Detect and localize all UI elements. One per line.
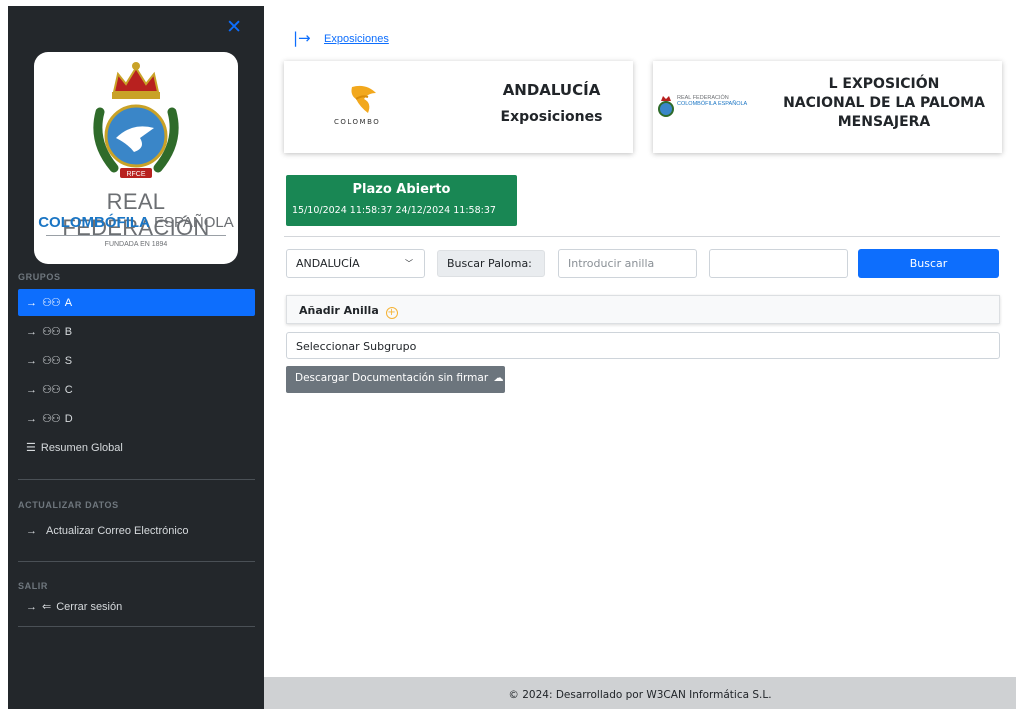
logo-subtitle: COLOMBÓFILA ESPAÑOLA [34, 214, 238, 231]
anilla-input[interactable] [558, 249, 697, 278]
content-divider [284, 236, 1000, 237]
section-salir: SALIR [18, 581, 48, 591]
anadir-anilla-header: Añadir Anilla + [286, 295, 1000, 324]
breadcrumb-arrow-icon: |→ [293, 29, 311, 47]
people-icon: ⚇⚇ [42, 355, 61, 367]
colombo-brand-text: COLOMBO [334, 118, 381, 126]
sidebar-divider [18, 626, 255, 627]
arrow-right-icon: → [26, 383, 37, 396]
list-icon: ☰ [26, 442, 36, 454]
section-grupos: GRUPOS [18, 272, 61, 282]
exposition-title-line1: L EXPOSICIÓN [828, 76, 940, 92]
buscar-button[interactable]: Buscar [858, 249, 999, 278]
secondary-input[interactable] [709, 249, 848, 278]
chevron-down-icon: ﹀ [405, 259, 413, 268]
section-actualizar-datos: ACTUALIZAR DATOS [18, 500, 119, 510]
plazo-status-badge: Plazo Abierto 15/10/2024 11:58:37 24/12/… [286, 175, 517, 226]
arrow-right-icon: → [26, 524, 37, 537]
sidebar-item-label: Resumen Global [40, 441, 123, 454]
sidebar-item-group-b[interactable]: → ⚇⚇ B [18, 318, 255, 345]
emblem-icon: RFCE [93, 62, 179, 178]
logo-founded: FUNDADA EN 1894 [104, 241, 168, 248]
download-documentation-button[interactable]: Descargar Documentación sin firmar ☁ [286, 366, 505, 393]
anadir-anilla-label: Añadir Anilla [299, 304, 379, 317]
logo-subtitle-bold: COLOMBÓFILA [38, 214, 150, 231]
exposition-title-line2: NACIONAL DE LA PALOMA [783, 95, 985, 111]
download-button-label: Descargar Documentación sin firmar [295, 372, 489, 384]
sidebar-item-group-a[interactable]: → ⚇⚇ A [18, 289, 255, 316]
rfce-mini-logo-line2: COLOMBÓFILA ESPAÑOLA [677, 101, 748, 107]
logo-divider [46, 235, 226, 236]
people-icon: ⚇⚇ [42, 297, 61, 309]
cloud-icon: ☁ [493, 373, 504, 384]
arrow-right-icon: → [26, 325, 37, 338]
people-icon: ⚇⚇ [42, 326, 61, 338]
sidebar-item-label: C [64, 383, 73, 396]
sidebar-item-logout[interactable]: → ⇐ Cerrar sesión [18, 593, 255, 620]
buscar-paloma-label: Buscar Paloma: [437, 250, 545, 277]
federation-logo: RFCE REAL FEDERACIÓN COLOMBÓFILA ESPAÑOL… [34, 52, 238, 264]
sidebar-item-group-c[interactable]: → ⚇⚇ C [18, 376, 255, 403]
sidebar-divider [18, 561, 255, 562]
exposition-title: L EXPOSICIÓN NACIONAL DE LA PALOMA MENSA… [768, 75, 1000, 132]
colombo-bird-logo-icon [351, 85, 376, 113]
sidebar-item-group-d[interactable]: → ⚇⚇ D [18, 405, 255, 432]
add-circle-icon[interactable]: + [385, 307, 398, 319]
arrow-right-icon: → [26, 354, 37, 367]
subgrupo-select[interactable]: Seleccionar Subgrupo [286, 332, 1000, 359]
people-icon: ⚇⚇ [42, 384, 61, 396]
sidebar-item-label: S [64, 354, 73, 367]
region-select[interactable]: ANDALUCÍA ﹀ [286, 249, 425, 278]
rfce-mini-logo-text: REAL FEDERACIÓN COLOMBÓFILA ESPAÑOLA [677, 95, 747, 107]
logo-subtitle-rest: ESPAÑOLA [149, 214, 234, 231]
sidebar-item-label: A [64, 296, 73, 309]
exposition-title-card: REAL FEDERACIÓN COLOMBÓFILA ESPAÑOLA L E… [653, 61, 1002, 153]
arrow-right-icon: → [26, 296, 37, 309]
footer: © 2024: Desarrollado por W3CAN Informáti… [264, 677, 1016, 709]
sidebar-item-label: Cerrar sesión [56, 600, 123, 613]
sidebar-item-label: B [64, 325, 73, 338]
plazo-dates: 15/10/2024 11:58:37 24/12/2024 11:58:37 [292, 205, 496, 216]
arrow-right-icon: → [26, 412, 37, 425]
sidebar-item-update-email[interactable]: → Actualizar Correo Electrónico [18, 517, 255, 544]
arrow-right-icon: → [26, 600, 37, 613]
breadcrumb-exposiciones[interactable]: Exposiciones [324, 33, 389, 45]
sidebar-item-resumen-global[interactable]: ☰ Resumen Global [18, 434, 255, 461]
sidebar-item-label: D [64, 412, 73, 425]
close-icon[interactable]: ✕ [226, 18, 242, 37]
sidebar-item-label: Actualizar Correo Electrónico [46, 524, 189, 537]
region-select-value: ANDALUCÍA [296, 257, 360, 270]
exposition-region-card: COLOMBO ANDALUCÍA Exposiciones [284, 61, 633, 153]
people-icon: ⚇⚇ [42, 413, 61, 425]
region-title: ANDALUCÍA [502, 81, 601, 99]
logout-icon: ⇐ [42, 601, 52, 613]
plazo-title: Plazo Abierto [352, 182, 451, 197]
sidebar-divider [18, 479, 255, 480]
region-subtitle: Exposiciones [500, 109, 603, 125]
sidebar: ✕ RFCE REAL FEDERACIÓN COLOMBÓFILA ESPAÑ… [8, 6, 264, 709]
rfce-mini-emblem-icon [658, 96, 674, 117]
sidebar-item-group-s[interactable]: → ⚇⚇ S [18, 347, 255, 374]
logo-badge-text: RFCE [126, 171, 145, 178]
exposition-title-line3: MENSAJERA [837, 114, 931, 130]
